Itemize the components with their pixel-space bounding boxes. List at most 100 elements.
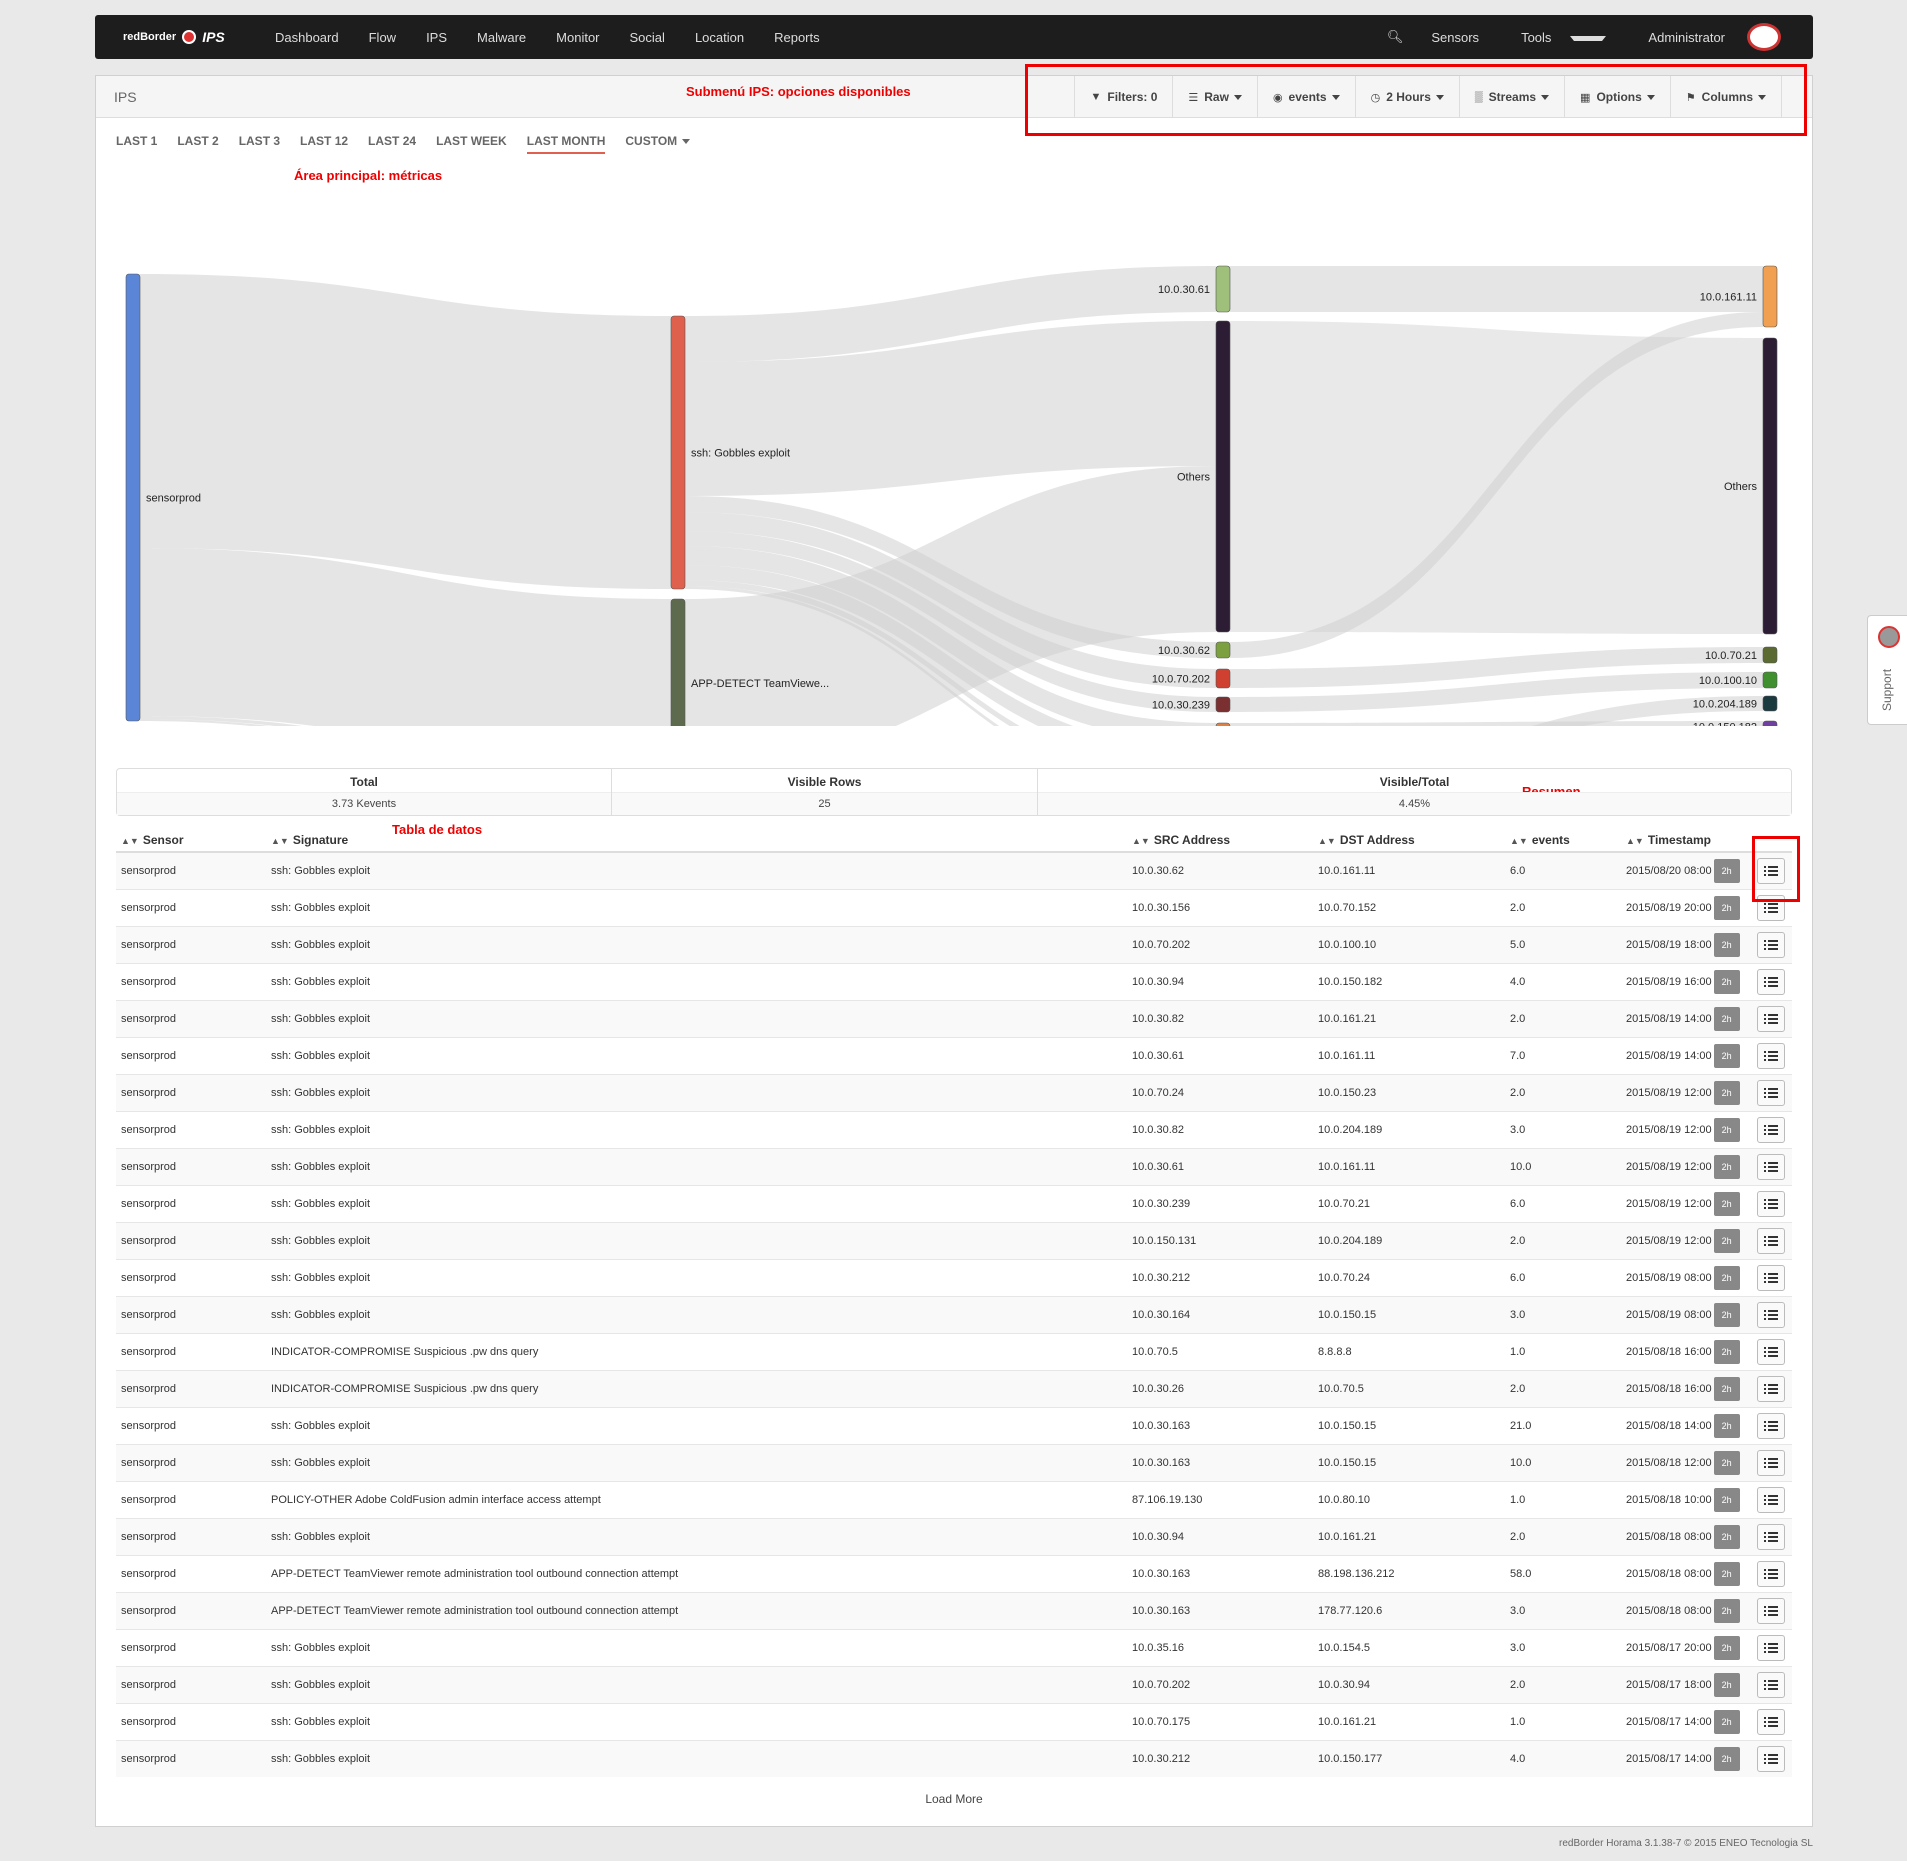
time-window-button[interactable]: 2h [1713,1043,1740,1068]
time-window-button[interactable]: 2h [1713,895,1740,920]
timestamp-text: 2015/08/19 14:00 [1626,1049,1712,1062]
time-window-button[interactable]: 2h [1713,1450,1740,1475]
cell-timestamp: 2015/08/18 08:00 2h [1621,1591,1752,1629]
table-row: sensorprod ssh: Gobbles exploit 10.0.30.15… [116,888,1792,926]
support-tab[interactable]: Support [1867,615,1907,725]
cell-events: 2.0 [1505,1517,1621,1555]
time-window-button[interactable]: 2h [1713,1598,1740,1623]
time-window-button[interactable]: 2h [1713,1746,1740,1771]
cell-sensor: sensorprod [116,925,266,963]
details-button[interactable] [1757,1412,1785,1439]
time-window-button[interactable]: 2h [1713,1487,1740,1512]
timestamp-text: 2015/08/19 08:00 [1626,1308,1712,1321]
time-window-button[interactable]: 2h [1713,1302,1740,1327]
time-window-button[interactable]: 2h [1713,969,1740,994]
details-button[interactable] [1757,1116,1785,1143]
time-window-button[interactable]: 2h [1713,1117,1740,1142]
details-button[interactable] [1757,968,1785,995]
details-button[interactable] [1757,1597,1785,1624]
search-icon[interactable]: 🔍︎ [1373,29,1418,45]
brand-logo[interactable]: redBorder IPS [123,27,225,47]
tab-last-24[interactable]: LAST 24 [368,134,416,154]
details-button[interactable] [1757,1560,1785,1587]
cell-sensor: sensorprod [116,1073,266,1111]
details-button[interactable] [1757,1523,1785,1550]
details-button[interactable] [1757,1449,1785,1476]
details-button[interactable] [1757,1227,1785,1254]
tab-last-month[interactable]: LAST MONTH [526,134,606,154]
nav-link-monitor[interactable]: Monitor [541,30,614,45]
nav-user[interactable]: Administrator [1620,23,1795,51]
time-window-button[interactable]: 2h [1713,1376,1740,1401]
top-navbar: redBorder IPS Dashboard Flow IPS Malware Mon… [95,15,1813,59]
tab-last-3[interactable]: LAST 3 [239,134,280,154]
sankey-link [1230,266,1763,312]
tab-last-week[interactable]: LAST WEEK [436,134,507,154]
col-signature[interactable]: ▲▼ Signature [266,828,1127,853]
time-window-button[interactable]: 2h [1713,1080,1740,1105]
cell-dst: 10.0.161.21 [1313,1517,1505,1555]
time-window-button[interactable]: 2h [1713,858,1740,883]
details-button[interactable] [1757,1745,1785,1772]
cell-signature: ssh: Gobbles exploit [266,1443,1127,1481]
time-window-button[interactable]: 2h [1713,1339,1740,1364]
time-window-button[interactable]: 2h [1713,1154,1740,1179]
details-button[interactable] [1757,1634,1785,1661]
time-window-button[interactable]: 2h [1713,1672,1740,1697]
details-button[interactable] [1757,1671,1785,1698]
cell-src: 10.0.35.16 [1127,1628,1313,1666]
col-events[interactable]: ▲▼ events [1505,828,1621,853]
details-button[interactable] [1757,1190,1785,1217]
nav-link-social[interactable]: Social [615,30,680,45]
tab-last-12[interactable]: LAST 12 [300,134,348,154]
col-dst-address[interactable]: ▲▼ DST Address [1313,828,1505,853]
col-src-address[interactable]: ▲▼ SRC Address [1127,828,1313,853]
time-window-button[interactable]: 2h [1713,1524,1740,1549]
details-button[interactable] [1757,1079,1785,1106]
nav-link-location[interactable]: Location [680,30,759,45]
details-button[interactable] [1757,1042,1785,1069]
details-button[interactable] [1757,1708,1785,1735]
time-window-button[interactable]: 2h [1713,932,1740,957]
tab-last-2[interactable]: LAST 2 [177,134,218,154]
nav-link-malware[interactable]: Malware [462,30,541,45]
nav-tools[interactable]: Tools [1493,30,1620,45]
time-window-button[interactable]: 2h [1713,1228,1740,1253]
nav-link-flow[interactable]: Flow [354,30,411,45]
time-window-button[interactable]: 2h [1713,1413,1740,1438]
col-sensor[interactable]: ▲▼ Sensor [116,828,266,853]
nav-sensors[interactable]: Sensors [1417,30,1493,45]
nav-link-reports[interactable]: Reports [759,30,835,45]
time-window-button[interactable]: 2h [1713,1709,1740,1734]
list-icon [1764,1309,1778,1320]
list-icon [1764,1568,1778,1579]
time-window-button[interactable]: 2h [1713,1006,1740,1031]
details-button[interactable] [1757,1264,1785,1291]
time-window-button[interactable]: 2h [1713,1265,1740,1290]
details-button[interactable] [1757,1486,1785,1513]
details-button[interactable] [1757,931,1785,958]
cell-actions [1752,1369,1792,1407]
sankey-node-label: 10.0.70.202 [1152,674,1210,686]
time-window-button[interactable]: 2h [1713,1561,1740,1586]
avatar[interactable] [1747,23,1781,51]
time-window-button[interactable]: 2h [1713,1635,1740,1660]
load-more-button[interactable]: Load More [96,1792,1812,1806]
tab-label: LAST 1 [116,134,158,148]
summary-box: Total 3.73 Kevents Visible Rows 25 Visib… [116,768,1792,816]
cell-events: 10.0 [1505,1443,1621,1481]
details-button[interactable] [1757,1301,1785,1328]
tab-last-1[interactable]: LAST 1 [116,134,157,154]
details-button[interactable] [1757,1005,1785,1032]
cell-dst: 10.0.100.10 [1313,925,1505,963]
details-button[interactable] [1757,1375,1785,1402]
tab-custom[interactable]: CUSTOM [625,134,691,154]
nav-link-dashboard[interactable]: Dashboard [260,30,354,45]
details-button[interactable] [1757,1153,1785,1180]
details-button[interactable] [1757,1338,1785,1365]
timestamp-text: 2015/08/19 12:00 [1626,1197,1712,1210]
nav-link-ips[interactable]: IPS [411,30,462,45]
sort-icon: ▲▼ [1132,835,1150,846]
time-window-button[interactable]: 2h [1713,1191,1740,1216]
col-timestamp[interactable]: ▲▼ Timestamp [1621,828,1752,853]
